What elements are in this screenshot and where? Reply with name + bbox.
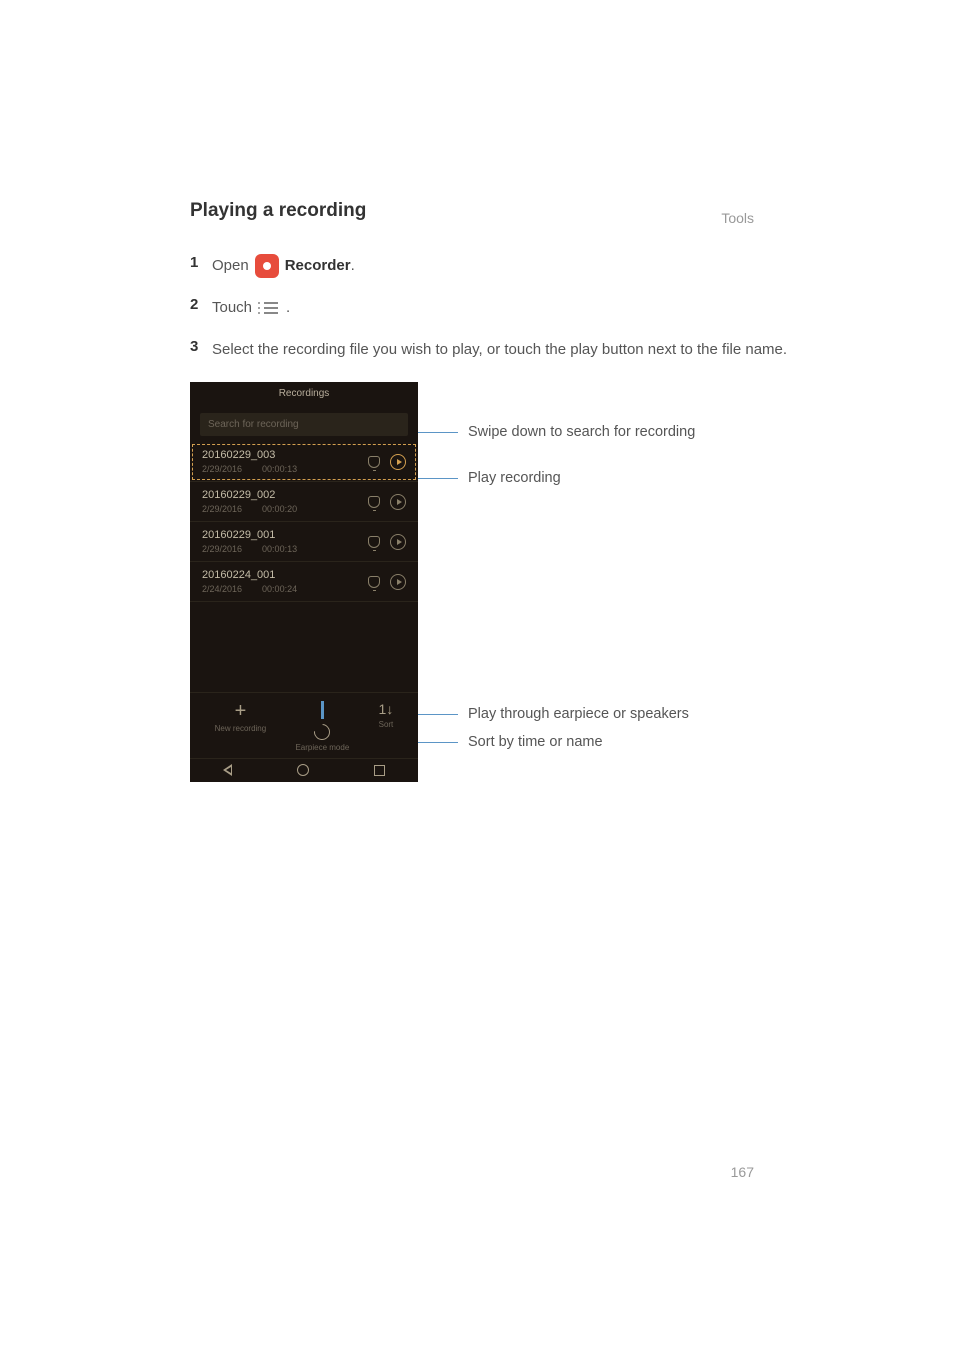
step-1: 1 Open Recorder . (190, 254, 814, 278)
mic-icon (368, 576, 380, 588)
earpiece-mode-button[interactable]: Earpiece mode (295, 701, 349, 752)
sort-label: Sort (379, 720, 394, 729)
list-icon (258, 300, 280, 316)
play-icon[interactable] (390, 574, 406, 590)
mic-icon (368, 536, 380, 548)
annotation-text: Play through earpiece or speakers (468, 706, 689, 722)
pointer-bar (321, 701, 324, 719)
earpiece-label: Earpiece mode (295, 743, 349, 752)
recording-item[interactable]: 20160229_003 2/29/2016 00:00:13 (190, 442, 418, 482)
recording-name: 20160229_002 (202, 489, 297, 501)
play-icon[interactable] (390, 494, 406, 510)
step-number: 2 (190, 296, 202, 313)
step-2-text: Touch (212, 296, 252, 320)
recording-item[interactable]: 20160224_001 2/24/2016 00:00:24 (190, 562, 418, 602)
step-2-period: . (286, 296, 290, 320)
step-3-text: Select the recording file you wish to pl… (212, 338, 787, 362)
sort-button[interactable]: 1↓ Sort (379, 701, 394, 752)
recording-name: 20160224_001 (202, 569, 297, 581)
recording-duration: 00:00:24 (262, 584, 297, 594)
recording-date: 2/29/2016 (202, 464, 242, 474)
recent-apps-icon[interactable] (374, 765, 385, 776)
recorder-app-icon (255, 254, 279, 278)
step-1-label-recorder: Recorder (285, 254, 351, 278)
annotation-sort: Sort by time or name (418, 734, 603, 750)
header-category: Tools (721, 210, 754, 226)
recording-name: 20160229_003 (202, 449, 297, 461)
recording-name: 20160229_001 (202, 529, 297, 541)
mic-icon (368, 456, 380, 468)
play-icon[interactable] (390, 454, 406, 470)
recording-duration: 00:00:13 (262, 544, 297, 554)
android-nav-bar (190, 758, 418, 782)
recording-item[interactable]: 20160229_002 2/29/2016 00:00:20 (190, 482, 418, 522)
annotation-search: Swipe down to search for recording (418, 424, 695, 440)
annotation-text: Swipe down to search for recording (468, 424, 695, 440)
annotation-text: Sort by time or name (468, 734, 603, 750)
recording-date: 2/29/2016 (202, 544, 242, 554)
recording-date: 2/24/2016 (202, 584, 242, 594)
phone-screenshot: Recordings Search for recording 20160229… (190, 382, 418, 782)
play-icon[interactable] (390, 534, 406, 550)
step-3: 3 Select the recording file you wish to … (190, 338, 814, 362)
new-recording-label: New recording (215, 724, 267, 733)
step-1-period: . (351, 254, 355, 278)
mic-icon (368, 496, 380, 508)
annotation-earpiece: Play through earpiece or speakers (418, 706, 689, 722)
recording-duration: 00:00:20 (262, 504, 297, 514)
ear-icon (311, 721, 334, 744)
step-number: 1 (190, 254, 202, 271)
plus-icon: + (235, 701, 247, 721)
recording-date: 2/29/2016 (202, 504, 242, 514)
step-number: 3 (190, 338, 202, 355)
new-recording-button[interactable]: + New recording (215, 701, 267, 752)
step-2: 2 Touch . (190, 296, 814, 320)
annotation-play: Play recording (418, 470, 561, 486)
recording-duration: 00:00:13 (262, 464, 297, 474)
annotation-text: Play recording (468, 470, 561, 486)
sort-icon: 1↓ (379, 701, 394, 717)
home-icon[interactable] (297, 764, 309, 776)
back-icon[interactable] (223, 764, 232, 776)
recordings-list: 20160229_003 2/29/2016 00:00:13 20160229… (190, 442, 418, 692)
step-1-text-open: Open (212, 254, 249, 278)
page-number: 167 (731, 1164, 754, 1180)
search-bar[interactable]: Search for recording (200, 413, 408, 436)
recording-item[interactable]: 20160229_001 2/29/2016 00:00:13 (190, 522, 418, 562)
phone-app-title: Recordings (190, 382, 418, 405)
